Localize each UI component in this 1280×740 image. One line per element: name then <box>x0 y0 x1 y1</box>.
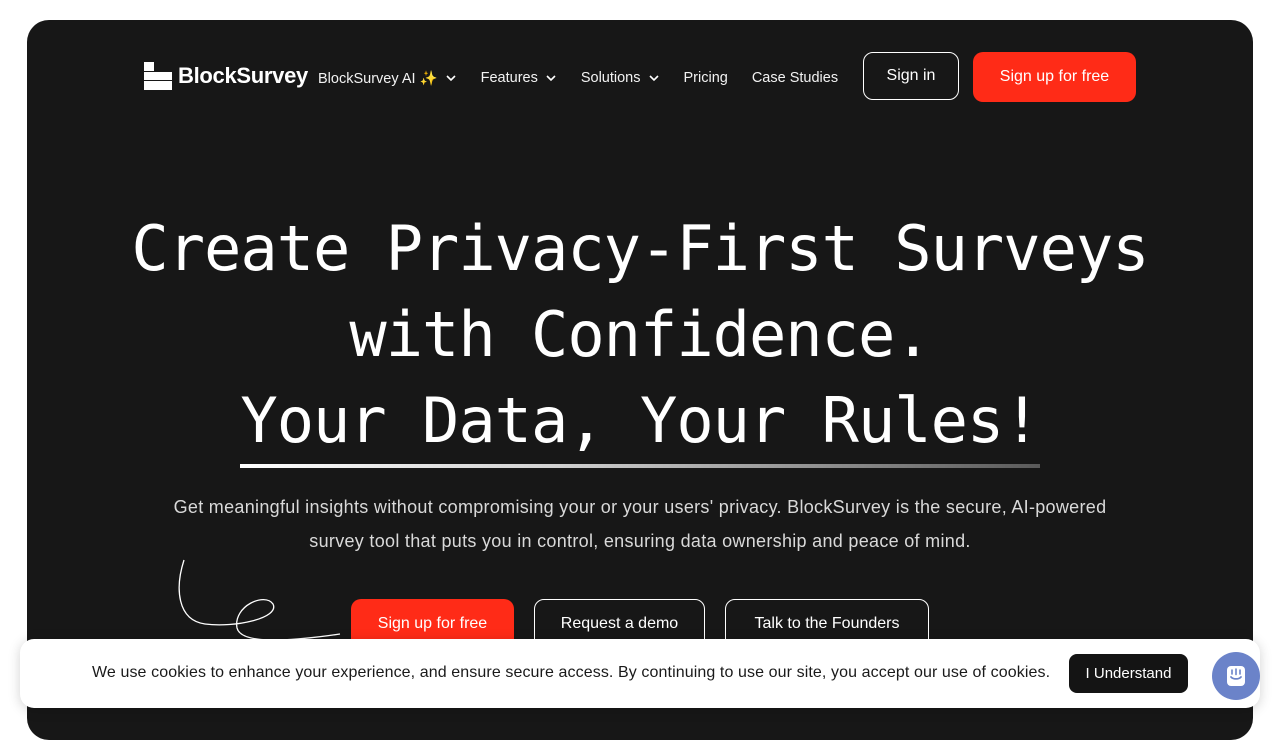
top-navigation: BlockSurvey BlockSurvey AI ✨ Features So… <box>27 20 1253 140</box>
nav-item-label: Pricing <box>683 70 728 86</box>
nav-item-label: Solutions <box>580 70 641 86</box>
headline-line-2: with Confidence. <box>349 298 931 371</box>
sign-in-button[interactable]: Sign in <box>863 52 959 100</box>
cookie-banner-text: We use cookies to enhance your experienc… <box>92 664 1051 681</box>
nav-item-label: Case Studies <box>751 70 839 86</box>
nav-item-solutions[interactable]: Solutions <box>581 70 660 86</box>
logo[interactable]: BlockSurvey <box>144 62 308 90</box>
chat-icon <box>1227 666 1245 686</box>
logo-mark-icon <box>144 62 172 90</box>
chevron-down-icon <box>648 75 659 82</box>
nav-item-blocksurvey-ai[interactable]: BlockSurvey AI ✨ <box>318 70 457 87</box>
chevron-down-icon <box>546 75 556 82</box>
cookie-accept-button[interactable]: I Understand <box>1069 654 1188 693</box>
hero-headline: Create Privacy-First Surveys with Confid… <box>27 206 1253 468</box>
nav-links: BlockSurvey AI ✨ Features Solutions Pric… <box>318 68 862 88</box>
chat-launcher-button[interactable] <box>1212 652 1260 700</box>
headline-line-3-text: Your Data, Your Rules! <box>240 384 1040 457</box>
cookie-banner: We use cookies to enhance your experienc… <box>20 639 1260 708</box>
nav-item-features[interactable]: Features <box>481 70 557 86</box>
logo-text: BlockSurvey <box>178 63 308 88</box>
headline-underline <box>240 464 1040 468</box>
hero-subtext: Get meaningful insights without compromi… <box>173 497 1107 551</box>
nav-item-label: Features <box>480 70 538 86</box>
nav-item-label: BlockSurvey AI ✨ <box>318 70 438 87</box>
nav-item-case-studies[interactable]: Case Studies <box>752 70 838 86</box>
chevron-down-icon <box>446 75 456 82</box>
headline-line-1: Create Privacy-First Surveys <box>131 212 1149 285</box>
headline-line-3: Your Data, Your Rules! <box>240 378 1041 468</box>
sign-up-button[interactable]: Sign up for free <box>973 52 1136 102</box>
nav-item-pricing[interactable]: Pricing <box>684 70 728 86</box>
hero-section: BlockSurvey BlockSurvey AI ✨ Features So… <box>27 20 1253 740</box>
